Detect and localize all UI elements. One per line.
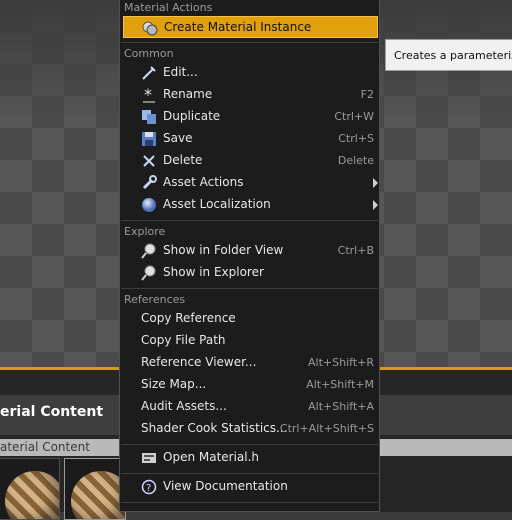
shortcut-label: Alt+Shift+R [308, 356, 374, 369]
menu-item-audit-assets[interactable]: Audit Assets... Alt+Shift+A [123, 396, 378, 418]
shortcut-label: Ctrl+Alt+Shift+S [279, 422, 374, 435]
menu-item-asset-localization[interactable]: Asset Localization [123, 194, 378, 216]
menu-item-show-in-folder-view[interactable]: Show in Folder View Ctrl+B [123, 240, 378, 262]
menu-item-label: Open Material.h [163, 450, 260, 464]
rename-star-icon: * [141, 85, 157, 104]
section-header-references: References [124, 293, 186, 306]
menu-item-copy-reference[interactable]: Copy Reference [123, 308, 378, 330]
menu-item-label: Asset Localization [163, 197, 271, 211]
menu-item-label: Shader Cook Statistics... [141, 421, 288, 435]
asset-thumbnail[interactable] [64, 458, 126, 520]
section-header-explore: Explore [124, 225, 166, 238]
menu-item-asset-actions[interactable]: Asset Actions [123, 172, 378, 194]
menu-item-label: View Documentation [163, 479, 288, 493]
menu-item-label: Delete [163, 153, 203, 167]
asset-thumbnail[interactable] [0, 458, 60, 520]
menu-item-label: Duplicate [163, 109, 221, 123]
menu-item-label: Edit... [163, 65, 198, 79]
menu-item-label: Create Material Instance [164, 20, 312, 34]
menu-separator [121, 502, 378, 503]
section-header-material-actions: Material Actions [124, 1, 213, 14]
menu-item-label: Asset Actions [163, 175, 244, 189]
context-menu: Material Actions Create Material Instanc… [119, 0, 380, 512]
magnifier-icon [141, 243, 157, 259]
menu-item-save[interactable]: Save Ctrl+S [123, 128, 378, 150]
menu-item-view-documentation[interactable]: ? View Documentation [123, 476, 378, 498]
menu-item-label: Copy Reference [141, 311, 236, 325]
duplicate-icon [141, 109, 157, 125]
menu-separator [121, 220, 378, 221]
menu-item-label: Rename [163, 87, 213, 101]
material-sphere-preview [71, 471, 125, 519]
menu-item-create-material-instance[interactable]: Create Material Instance [123, 16, 378, 38]
shortcut-label: Alt+Shift+A [308, 400, 374, 413]
globe-icon [141, 197, 157, 213]
material-sphere-preview [5, 471, 59, 519]
material-instance-icon [142, 20, 158, 36]
menu-item-partial[interactable] [123, 505, 378, 512]
menu-item-label: Reference Viewer... [141, 355, 257, 369]
menu-item-size-map[interactable]: Size Map... Alt+Shift+M [123, 374, 378, 396]
menu-item-duplicate[interactable]: Duplicate Ctrl+W [123, 106, 378, 128]
edit-wand-icon [141, 65, 157, 81]
content-browser-path: aterial Content [0, 440, 90, 454]
section-header-common: Common [124, 47, 174, 60]
menu-separator [121, 444, 378, 445]
menu-item-shader-cook-statistics[interactable]: Shader Cook Statistics... Ctrl+Alt+Shift… [123, 418, 378, 440]
content-browser-title: erial Content [0, 404, 104, 420]
menu-item-label: Size Map... [141, 377, 207, 391]
menu-item-label: Show in Explorer [163, 265, 264, 279]
menu-item-delete[interactable]: Delete Delete [123, 150, 378, 172]
delete-x-icon [141, 153, 157, 169]
shortcut-label: Ctrl+B [337, 244, 374, 257]
submenu-arrow-icon [373, 200, 378, 210]
menu-item-label: Show in Folder View [163, 243, 284, 257]
submenu-arrow-icon [373, 178, 378, 188]
menu-separator [121, 473, 378, 474]
menu-item-show-in-explorer[interactable]: Show in Explorer [123, 262, 378, 284]
svg-text:*: * [144, 87, 152, 103]
menu-separator [121, 42, 378, 43]
save-disk-icon [141, 131, 157, 147]
menu-item-label: Audit Assets... [141, 399, 227, 413]
shortcut-label: F2 [360, 88, 374, 101]
shortcut-label: Ctrl+S [338, 132, 374, 145]
menu-item-rename[interactable]: * Rename F2 [123, 84, 378, 106]
wrench-icon [141, 175, 157, 191]
help-circle-icon: ? [141, 479, 157, 495]
menu-item-label: Save [163, 131, 193, 145]
source-file-icon [141, 450, 157, 466]
shortcut-label: Delete [337, 154, 374, 167]
shortcut-label: Ctrl+W [334, 110, 374, 123]
menu-item-label: Copy File Path [141, 333, 226, 347]
shortcut-label: Alt+Shift+M [306, 378, 374, 391]
menu-separator [121, 288, 378, 289]
menu-item-reference-viewer[interactable]: Reference Viewer... Alt+Shift+R [123, 352, 378, 374]
menu-item-open-source[interactable]: Open Material.h [123, 447, 378, 469]
magnifier-icon [141, 265, 157, 281]
svg-text:?: ? [146, 483, 151, 494]
menu-item-edit[interactable]: Edit... [123, 62, 378, 84]
menu-item-copy-file-path[interactable]: Copy File Path [123, 330, 378, 352]
tooltip: Creates a parameterize [385, 39, 512, 71]
